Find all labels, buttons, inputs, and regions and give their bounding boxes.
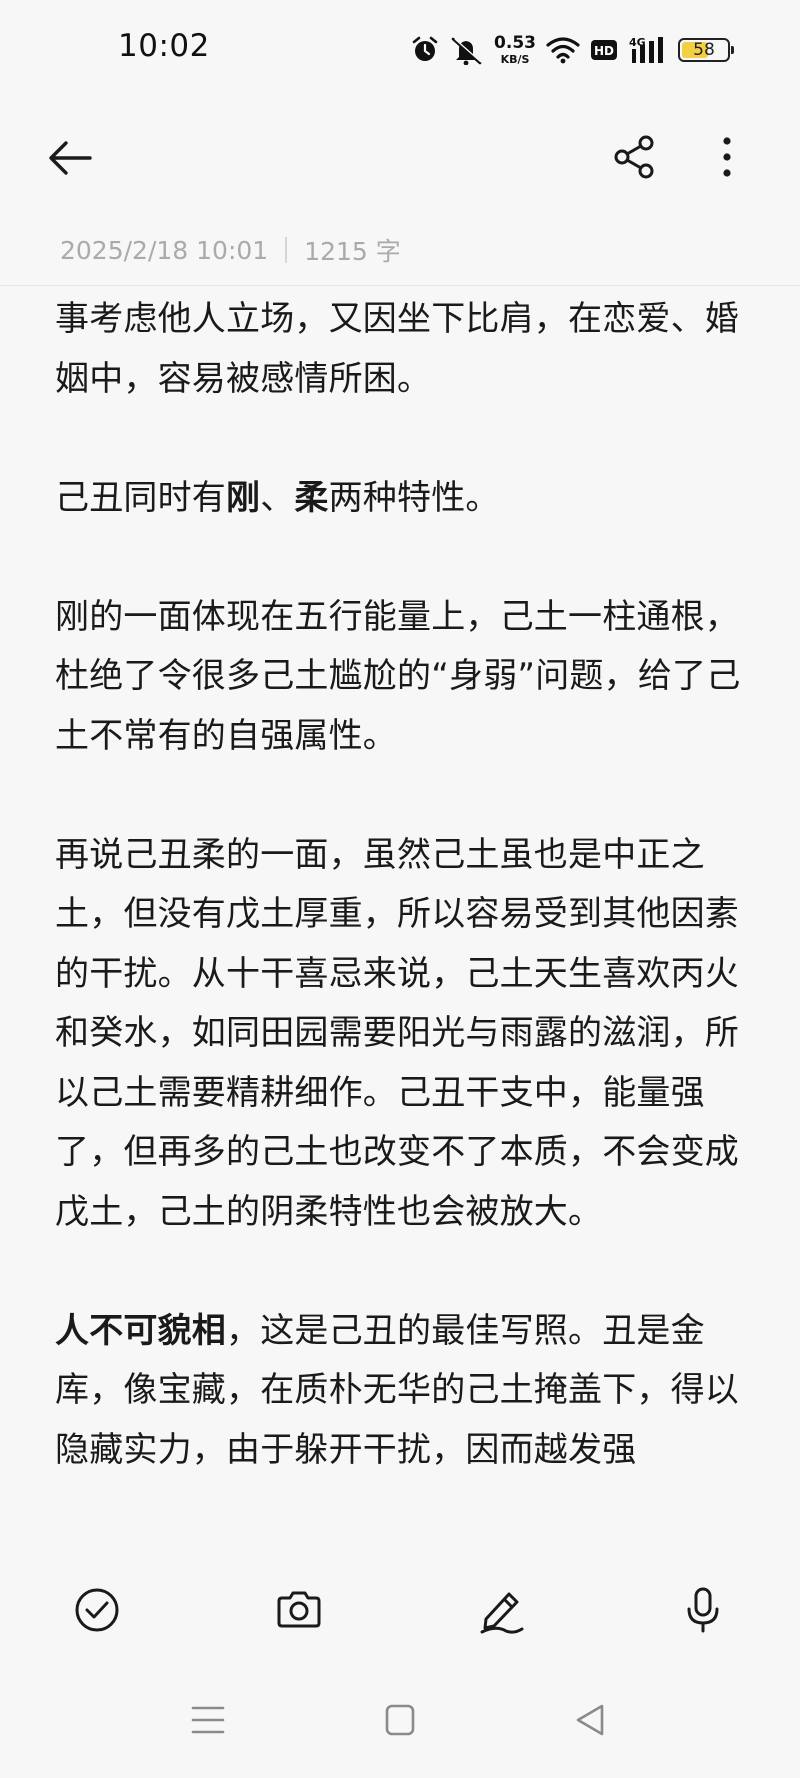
home-square-icon[interactable] xyxy=(380,1700,420,1740)
paragraph-2: 己丑同时有刚、柔两种特性。 xyxy=(55,469,755,529)
arrow-left-icon[interactable] xyxy=(48,138,92,178)
share-icon[interactable] xyxy=(612,134,658,180)
status-bar: 10:02 0.53 KB/S HD 4G 58 xyxy=(0,0,800,104)
paragraph-2-text-b: 、 xyxy=(260,477,295,518)
more-vertical-icon[interactable] xyxy=(712,134,742,180)
wifi-icon xyxy=(546,37,580,64)
mute-icon xyxy=(451,37,482,65)
meta-separator xyxy=(285,237,288,263)
camera-icon[interactable] xyxy=(274,1585,324,1635)
paragraph-1: 事考虑他人立场，又因坐下比肩，在恋爱、婚姻中，容易被感情所困。 xyxy=(55,299,739,399)
paragraph-2-text-a: 己丑同时有 xyxy=(55,477,226,518)
net-speed-unit: KB/S xyxy=(500,53,530,66)
status-time: 10:02 xyxy=(118,28,210,64)
battery-indicator: 58 xyxy=(678,38,734,62)
paragraph-3: 刚的一面体现在五行能量上，己土一柱通根，杜绝了令很多己土尴尬的“身弱”问题，给了… xyxy=(55,596,741,756)
battery-level: 58 xyxy=(693,40,715,60)
net-speed-value: 0.53 xyxy=(494,33,536,53)
paragraph-2-text-c: 两种特性。 xyxy=(328,477,500,518)
back-triangle-icon[interactable] xyxy=(570,1700,610,1740)
net-speed: 0.53 KB/S xyxy=(494,33,536,66)
note-word-count: 1215 字 xyxy=(304,237,401,266)
signal-icon: 4G xyxy=(629,36,663,63)
paragraph-4: 再说己丑柔的一面，虽然己土虽也是中正之土，但没有戊土厚重，所以容易受到其他因素的… xyxy=(55,834,739,1232)
note-body[interactable]: 事考虑他人立场，又因坐下比肩，在恋爱、婚姻中，容易被感情所困。 己丑同时有刚、柔… xyxy=(55,290,755,1555)
note-meta: 2025/2/18 10:01 1215 字 xyxy=(60,232,401,268)
menu-icon[interactable] xyxy=(188,1700,228,1740)
note-datetime: 2025/2/18 10:01 xyxy=(60,235,269,265)
status-icons: 0.53 KB/S HD 4G 58 xyxy=(410,30,734,70)
paragraph-2-bold-1: 刚 xyxy=(226,477,261,518)
paragraph-2-bold-2: 柔 xyxy=(294,477,329,518)
paragraph-5-bold: 人不可貌相 xyxy=(55,1310,226,1351)
check-circle-icon[interactable] xyxy=(72,1585,122,1635)
note-toolbar xyxy=(0,118,800,198)
header-divider xyxy=(0,285,800,286)
alarm-icon xyxy=(412,36,438,61)
hd-label: HD xyxy=(594,44,614,58)
pen-icon[interactable] xyxy=(476,1585,526,1635)
paragraph-5: 人不可貌相，这是己丑的最佳写照。丑是金库，像宝藏，在质朴无华的己土掩盖下，得以隐… xyxy=(55,1302,755,1481)
microphone-icon[interactable] xyxy=(678,1585,728,1635)
bottom-toolbar xyxy=(0,1555,800,1665)
system-nav-bar xyxy=(0,1668,800,1778)
hd-icon: HD xyxy=(591,40,617,60)
